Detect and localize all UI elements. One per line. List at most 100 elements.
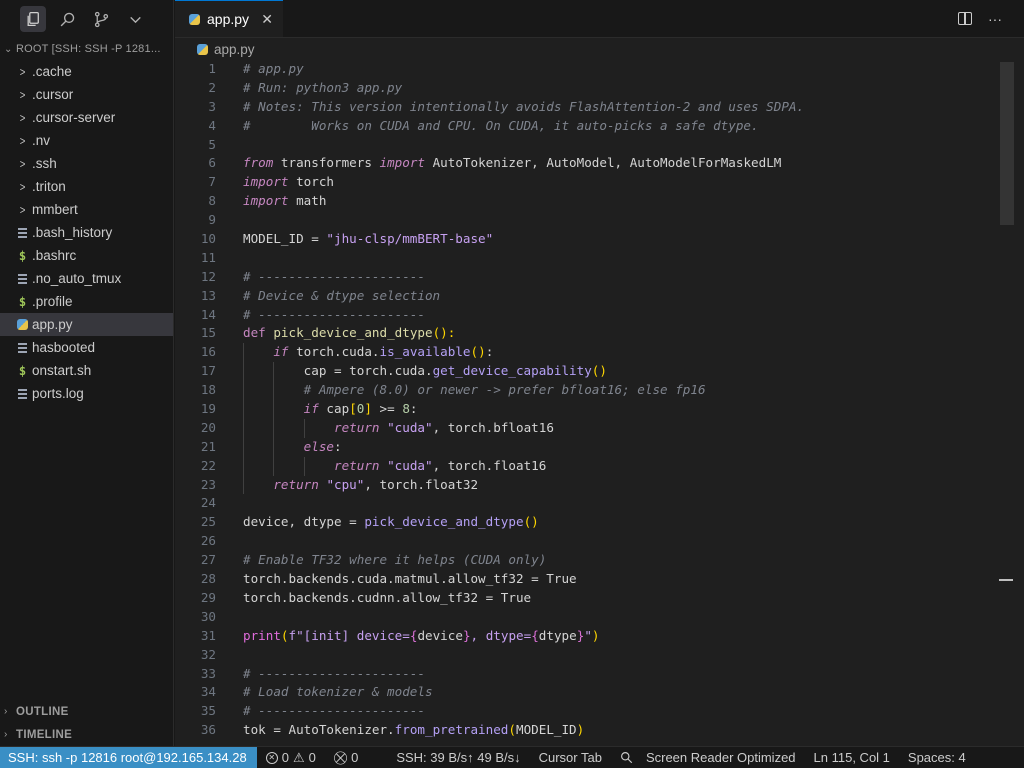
code-text: print(f"[init] device={device}, dtype={d… [243, 627, 600, 643]
code-line: 34 # Load tokenizer & models [175, 683, 997, 702]
line-number: 26 [200, 533, 216, 549]
line-number: 2 [208, 79, 216, 95]
line-number: 12 [200, 268, 216, 284]
tree-item[interactable]: $ onstart.sh [0, 359, 173, 382]
chevron-right-icon: > [19, 179, 26, 194]
explorer-icon[interactable] [20, 6, 46, 32]
chevron-right-icon: > [19, 156, 26, 171]
text-file-icon [14, 273, 31, 284]
ports-indicator[interactable]: ⛒ 0 [325, 747, 368, 768]
code-line: 8 import math [175, 192, 997, 211]
text-file-icon [14, 388, 31, 399]
error-icon: ✕ [265, 751, 278, 764]
tree-item[interactable]: > .triton [0, 175, 173, 198]
tab-app-py[interactable]: app.py ✕ [175, 0, 283, 37]
code-text: MODEL_ID = "jhu-clsp/mmBERT-base" [243, 231, 494, 247]
problems-indicator[interactable]: ✕ 0 ⚠ 0 [257, 747, 325, 768]
screen-reader-indicator[interactable]: Screen Reader Optimized [637, 747, 805, 768]
code-text: # Notes: This version intentionally avoi… [243, 98, 805, 114]
chevron-right-icon: > [19, 64, 26, 79]
tree-item[interactable]: > .ssh [0, 152, 173, 175]
code-line: 31 print(f"[init] device={device}, dtype=… [175, 627, 997, 646]
network-indicator[interactable]: SSH: 39 B/s↑ 49 B/s↓ [387, 747, 529, 768]
zoom-indicator[interactable] [611, 747, 637, 768]
vertical-scrollbar[interactable] [1000, 62, 1014, 225]
indentation-indicator[interactable]: Spaces: 4 [899, 747, 975, 768]
remote-indicator[interactable]: SSH: ssh -p 12816 root@192.165.134.28 [0, 747, 257, 768]
file-tree: > .cache > .cursor > .cursor-server > .nv > .ssh >… [0, 60, 173, 405]
line-number: 19 [200, 401, 216, 417]
shell-file-icon: $ [18, 248, 27, 263]
error-count: 0 [281, 750, 289, 765]
code-line: 14 # ---------------------- [175, 306, 997, 325]
close-icon[interactable]: ✕ [261, 11, 273, 28]
breadcrumb: app.py [175, 38, 1024, 60]
line-number: 9 [208, 212, 216, 228]
tree-item[interactable]: .bash_history [0, 221, 173, 244]
cursor-tab-label: Cursor Tab [538, 750, 602, 765]
tree-item[interactable]: $ .bashrc [0, 244, 173, 267]
code-text: # Run: python3 app.py [243, 79, 403, 95]
timeline-label: TIMELINE [16, 728, 73, 741]
outline-label: OUTLINE [16, 705, 69, 718]
tree-item[interactable]: > mmbert [0, 198, 173, 221]
tree-item[interactable]: app.py [0, 313, 173, 336]
code-line: 9 [175, 211, 997, 230]
tree-item-label: .cursor [32, 87, 74, 102]
chevron-right-icon: › [4, 706, 8, 717]
tree-item[interactable]: > .cursor [0, 83, 173, 106]
tree-item[interactable]: > .nv [0, 129, 173, 152]
code-editor[interactable]: 1 # app.py 2 # Run: python3 app.py 3 # Notes:… [175, 60, 997, 746]
chevron-down-icon[interactable] [122, 6, 148, 32]
tree-item-label: mmbert [32, 202, 78, 217]
breadcrumb-file[interactable]: app.py [214, 42, 255, 57]
tree-item-label: onstart.sh [32, 363, 92, 378]
code-text: # ---------------------- [243, 306, 425, 322]
editor-actions: ··· [958, 0, 1024, 37]
code-line: 15 def pick_device_and_dtype(): [175, 324, 997, 343]
source-control-icon[interactable] [88, 6, 114, 32]
line-number: 5 [208, 136, 216, 152]
code-line: 33 # ---------------------- [175, 665, 997, 684]
more-actions-icon[interactable]: ··· [988, 11, 1002, 27]
code-line: 26 [175, 532, 997, 551]
line-number: 16 [200, 344, 216, 360]
line-number: 24 [200, 495, 216, 511]
tree-item[interactable]: > .cache [0, 60, 173, 83]
code-line: 2 # Run: python3 app.py [175, 79, 997, 98]
line-number: 17 [200, 363, 216, 379]
tree-item[interactable]: .no_auto_tmux [0, 267, 173, 290]
cursor-tab-indicator[interactable]: Cursor Tab [530, 747, 611, 768]
sidebar: ⌄ ROOT [SSH: SSH -P 1281... > .cache > .cur… [0, 0, 174, 746]
activity-bar [0, 0, 173, 38]
code-text: # Ampere (8.0) or newer -> prefer bfloat… [303, 382, 706, 398]
line-number: 29 [200, 589, 216, 605]
line-number: 18 [200, 382, 216, 398]
tree-item[interactable]: $ .profile [0, 290, 173, 313]
outline-section[interactable]: › OUTLINE [0, 700, 174, 723]
tree-item[interactable]: ports.log [0, 382, 173, 405]
tab-bar: app.py ✕ ··· [175, 0, 1024, 38]
code-text: device, dtype = pick_device_and_dtype() [243, 514, 539, 530]
split-editor-icon[interactable] [958, 12, 972, 25]
code-line: 17 cap = torch.cuda.get_device_capabilit… [175, 362, 997, 382]
line-number: 6 [208, 155, 216, 171]
tree-item[interactable]: > .cursor-server [0, 106, 173, 129]
remote-label: SSH: ssh -p 12816 root@192.165.134.28 [8, 750, 247, 765]
tab-label: app.py [207, 11, 250, 27]
line-number: 32 [200, 646, 216, 662]
code-line: 12 # ---------------------- [175, 268, 997, 287]
timeline-section[interactable]: › TIMELINE [0, 723, 174, 746]
cursor-position[interactable]: Ln 115, Col 1 [805, 747, 899, 768]
line-number: 25 [200, 514, 216, 530]
code-line: 11 [175, 249, 997, 268]
code-line: 10 MODEL_ID = "jhu-clsp/mmBERT-base" [175, 230, 997, 249]
tree-item[interactable]: hasbooted [0, 336, 173, 359]
status-bar: SSH: ssh -p 12816 root@192.165.134.28 ✕ … [0, 746, 1024, 768]
line-number: 7 [208, 174, 216, 190]
code-line: 3 # Notes: This version intentionally avo… [175, 98, 997, 117]
explorer-root-header[interactable]: ⌄ ROOT [SSH: SSH -P 1281... [0, 38, 173, 60]
code-line: 22 return "cuda", torch.float16 [175, 456, 997, 476]
search-icon[interactable] [54, 6, 80, 32]
tree-item-label: .profile [32, 294, 73, 309]
